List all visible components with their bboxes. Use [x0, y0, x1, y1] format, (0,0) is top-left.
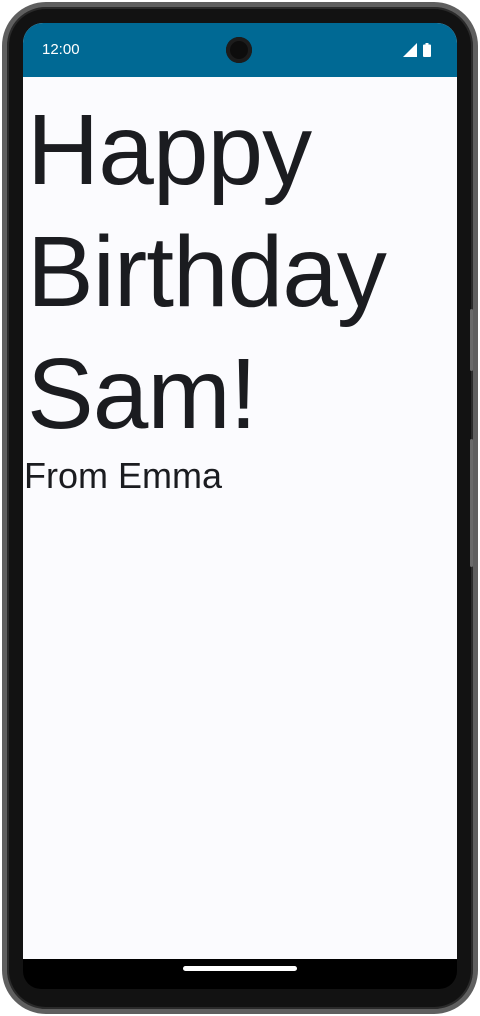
greeting-line: Birthday: [27, 216, 387, 328]
greeting-text: Happy Birthday Sam!: [23, 89, 457, 455]
front-camera: [226, 37, 252, 63]
status-icons: [403, 41, 431, 57]
signature-text: From Emma: [24, 455, 222, 496]
greeting-line: Sam!: [27, 338, 257, 450]
volume-button: [470, 439, 473, 567]
greeting-line: Happy: [27, 94, 312, 206]
home-indicator[interactable]: [183, 966, 297, 971]
status-time: 12:00: [42, 41, 80, 58]
power-button: [470, 309, 473, 371]
battery-icon: [423, 43, 431, 57]
status-bar: 12:00: [23, 23, 457, 77]
greeting-content: Happy Birthday Sam! From Emma: [23, 77, 457, 499]
app-screen: 12:00 Happy Birthday Sam! From Emma: [23, 23, 457, 959]
navigation-bar: [23, 959, 457, 989]
signal-icon: [403, 43, 417, 57]
